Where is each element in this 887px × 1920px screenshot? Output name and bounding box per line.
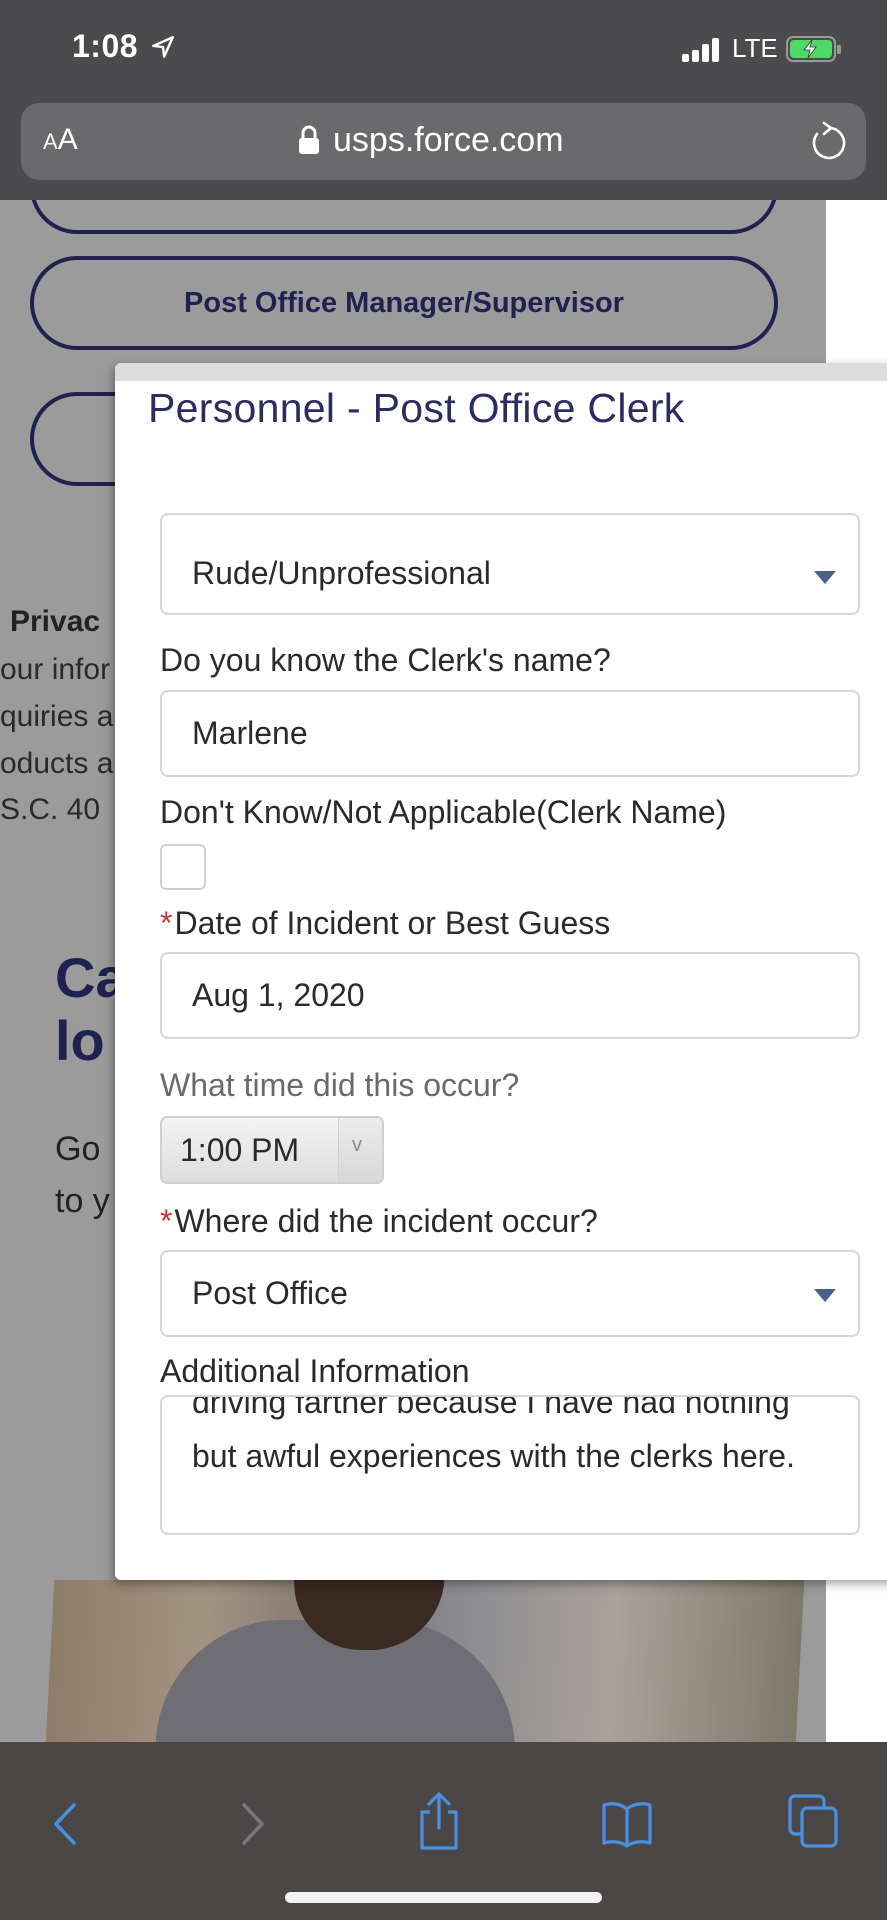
- back-icon[interactable]: [48, 1799, 82, 1849]
- chevron-down-icon: [814, 571, 836, 584]
- incident-time-select[interactable]: 1:00 PM v: [160, 1116, 384, 1184]
- modal-top-strip: [115, 363, 887, 381]
- clerk-unknown-checkbox[interactable]: [160, 844, 206, 890]
- required-asterisk: *: [160, 1203, 173, 1239]
- section-body-line: to y: [55, 1182, 110, 1220]
- promo-photo: [45, 1580, 805, 1745]
- incident-location-select[interactable]: Post Office: [160, 1250, 860, 1337]
- complaint-modal: Personnel - Post Office Clerk Rude/Unpro…: [115, 363, 887, 1580]
- address-bar[interactable]: AA usps.force.com: [21, 103, 866, 180]
- browser-top-chrome: 1:08 LTE AA usps.force.com: [0, 0, 887, 200]
- privacy-text-line: S.C. 40: [0, 793, 101, 826]
- post-office-manager-button[interactable]: Post Office Manager/Supervisor: [30, 256, 778, 350]
- incident-date-value: Aug 1, 2020: [192, 977, 365, 1013]
- complaint-category-button[interactable]: [30, 200, 778, 234]
- incident-location-label: *Where did the incident occur?: [160, 1203, 598, 1239]
- chevron-down-icon: v: [352, 1134, 362, 1156]
- privacy-text-line: our infor: [0, 653, 111, 686]
- issue-type-select[interactable]: Rude/Unprofessional: [160, 513, 860, 615]
- forward-icon[interactable]: [236, 1799, 270, 1849]
- bookmarks-icon[interactable]: [600, 1799, 654, 1849]
- incident-time-value: 1:00 PM: [180, 1132, 300, 1168]
- incident-date-label: *Date of Incident or Best Guess: [160, 905, 611, 941]
- additional-info-label: Additional Information: [160, 1353, 470, 1389]
- clerk-unknown-label: Don't Know/Not Applicable(Clerk Name): [160, 794, 727, 830]
- reload-icon[interactable]: [808, 120, 848, 164]
- clerk-name-value: Marlene: [192, 715, 308, 751]
- text-size-button[interactable]: AA: [43, 123, 78, 157]
- clerk-name-input[interactable]: Marlene: [160, 690, 860, 777]
- clerk-name-label: Do you know the Clerk's name?: [160, 642, 611, 678]
- modal-title: Personnel - Post Office Clerk: [148, 385, 685, 431]
- network-type: LTE: [732, 33, 778, 63]
- privacy-text-line: quiries a: [0, 700, 114, 733]
- privacy-heading: Privac: [10, 605, 101, 638]
- status-time: 1:08: [72, 28, 139, 64]
- section-heading-line: lo: [55, 1009, 105, 1072]
- incident-date-input[interactable]: Aug 1, 2020: [160, 952, 860, 1039]
- lock-icon: [299, 125, 319, 154]
- share-icon[interactable]: [414, 1790, 464, 1852]
- battery-charging-icon: [786, 36, 841, 62]
- chevron-down-icon: [814, 1289, 836, 1302]
- section-body-line: Go: [55, 1130, 101, 1168]
- privacy-text-line: oducts a: [0, 747, 114, 780]
- required-asterisk: *: [160, 905, 173, 941]
- location-arrow-icon: [152, 36, 174, 58]
- tabs-icon[interactable]: [786, 1792, 842, 1850]
- incident-location-value: Post Office: [192, 1275, 348, 1311]
- home-indicator[interactable]: [285, 1892, 602, 1903]
- signal-bars-icon: [682, 38, 724, 62]
- url-text[interactable]: usps.force.com: [333, 121, 564, 160]
- incident-time-label: What time did this occur?: [160, 1067, 520, 1103]
- additional-info-textarea[interactable]: driving farther because I have had nothi…: [160, 1395, 860, 1535]
- time-dropdown-button[interactable]: v: [338, 1118, 382, 1182]
- issue-type-value: Rude/Unprofessional: [192, 555, 491, 591]
- additional-info-value: driving farther because I have had nothi…: [192, 1395, 795, 1474]
